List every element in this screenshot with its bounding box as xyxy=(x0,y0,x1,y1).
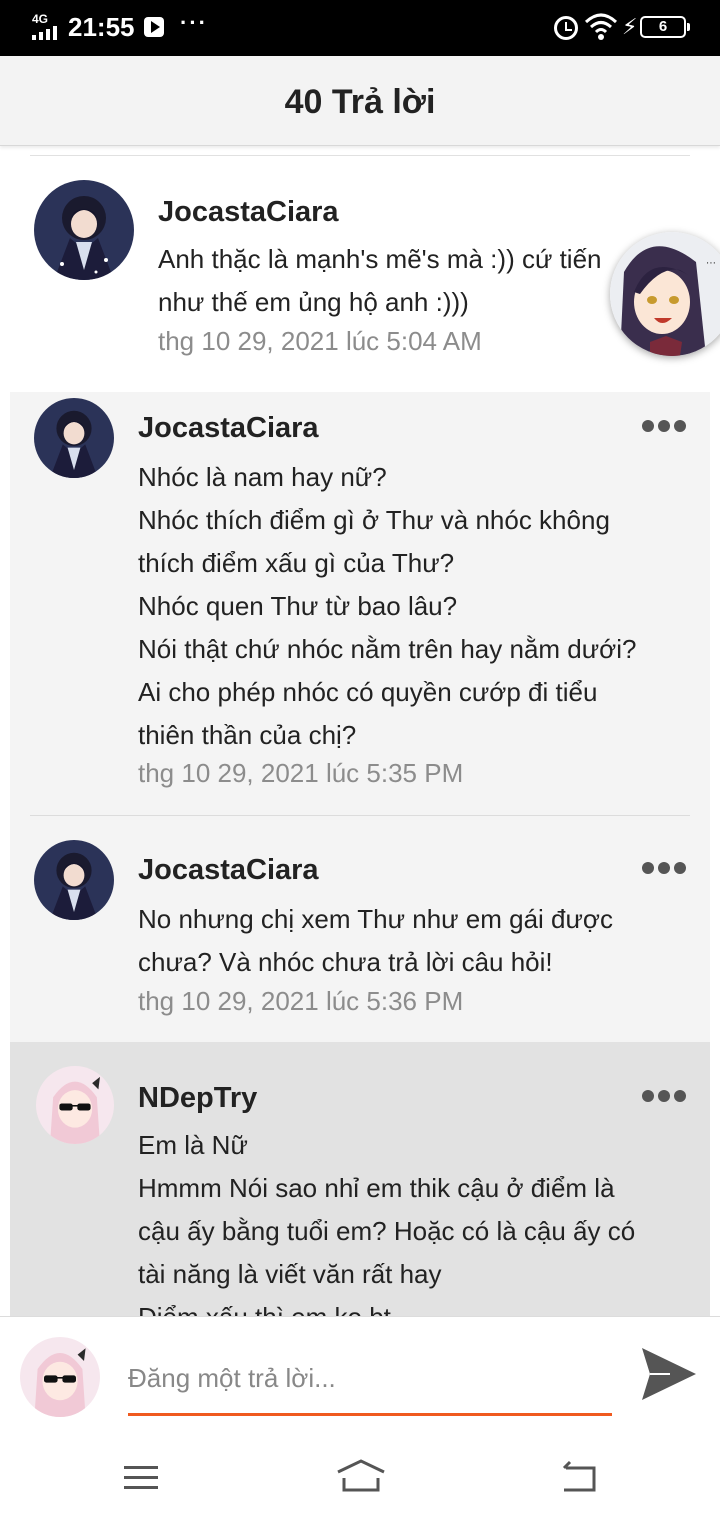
comment-line: Hmmm Nói sao nhỉ em thik cậu ở điểm là xyxy=(138,1173,615,1203)
menu-icon[interactable] xyxy=(122,1458,162,1494)
comment-line: Em là Nữ xyxy=(138,1130,248,1160)
signal-icon: 4G xyxy=(30,12,64,40)
avatar[interactable] xyxy=(34,180,134,280)
send-icon[interactable] xyxy=(640,1346,698,1402)
username[interactable]: JocastaCiara xyxy=(138,854,319,887)
comment-reply: JocastaCiara No nhưng chị xem Thư như em… xyxy=(0,834,720,1034)
comment-reply-highlighted: NDepTry Em là Nữ Hmmm Nói sao nhỉ em thi… xyxy=(0,1042,720,1316)
back-icon[interactable] xyxy=(560,1458,600,1494)
home-icon[interactable] xyxy=(336,1458,386,1494)
comment-text: Nhóc là nam hay nữ? Nhóc thích điểm gì ở… xyxy=(138,456,636,757)
comment-line: Nhóc thích điểm gì ở Thư và nhóc không xyxy=(138,505,610,535)
battery-level: 6 xyxy=(640,16,690,38)
timestamp: thg 10 29, 2021 lúc 5:35 PM xyxy=(138,758,464,788)
status-bar: 4G 21:55 ··· ⚡ 6 xyxy=(0,0,720,56)
username[interactable]: NDepTry xyxy=(138,1082,257,1115)
my-avatar[interactable] xyxy=(20,1337,100,1417)
more-options-icon[interactable] xyxy=(642,1090,686,1104)
comment-line: Nói thật chứ nhóc nằm trên hay nằm dưới? xyxy=(138,634,637,664)
more-options-icon[interactable] xyxy=(642,420,686,434)
reply-input[interactable] xyxy=(128,1358,612,1398)
comment-line: No nhưng chị xem Thư như em gái được xyxy=(138,904,613,934)
comment-line: tài năng là viết văn rất hay xyxy=(138,1259,442,1289)
header: 40 Trả lời xyxy=(0,56,720,146)
comment-line: thiên thần của chị? xyxy=(138,720,357,750)
charging-icon: ⚡ xyxy=(622,14,638,39)
more-notifications: ··· xyxy=(180,10,208,35)
input-underline xyxy=(128,1413,612,1416)
clock: 21:55 xyxy=(68,12,135,42)
timestamp: thg 10 29, 2021 lúc 5:36 PM xyxy=(138,986,464,1016)
comment-line: Anh thặc là mạnh's mẽ's mà :)) cứ tiến xyxy=(158,244,602,274)
comment-line: thích điểm xấu gì của Thư? xyxy=(138,548,455,578)
comment-text: No nhưng chị xem Thư như em gái được chư… xyxy=(138,898,613,984)
svg-text:⋯: ⋯ xyxy=(706,258,716,269)
comment: JocastaCiara Anh thặc là mạnh's mẽ's mà … xyxy=(0,160,720,365)
username[interactable]: JocastaCiara xyxy=(138,412,319,445)
comment-line: Nhóc là nam hay nữ? xyxy=(138,462,387,492)
comment-line: cậu ấy bằng tuổi em? Hoặc có là cậu ấy c… xyxy=(138,1216,636,1246)
network-type: 4G xyxy=(32,12,49,26)
avatar[interactable] xyxy=(36,1066,114,1144)
comment-text: Anh thặc là mạnh's mẽ's mà :)) cứ tiến n… xyxy=(158,238,602,324)
alarm-icon xyxy=(554,16,578,40)
page-title: 40 Trả lời xyxy=(284,83,436,121)
timestamp: thg 10 29, 2021 lúc 5:04 AM xyxy=(158,326,482,356)
comment-reply: JocastaCiara Nhóc là nam hay nữ? Nhóc th… xyxy=(0,392,720,812)
avatar[interactable] xyxy=(34,840,114,920)
wifi-icon xyxy=(584,13,618,40)
comment-line: Điểm xấu thì em ko bt xyxy=(138,1296,635,1316)
divider xyxy=(30,155,690,156)
comment-line: Ai cho phép nhóc có quyền cướp đi tiểu xyxy=(138,677,598,707)
avatar[interactable] xyxy=(34,398,114,478)
comment-line: như thế em ủng hộ anh :))) xyxy=(158,287,469,317)
media-play-icon xyxy=(144,17,164,37)
more-options-icon[interactable] xyxy=(642,862,686,876)
comment-text: Em là Nữ Hmmm Nói sao nhỉ em thik cậu ở … xyxy=(138,1124,635,1316)
divider xyxy=(30,815,690,816)
comment-line: chưa? Và nhóc chưa trả lời câu hỏi! xyxy=(138,947,553,977)
username[interactable]: JocastaCiara xyxy=(158,196,339,229)
comment-line: Nhóc quen Thư từ bao lâu? xyxy=(138,591,458,621)
